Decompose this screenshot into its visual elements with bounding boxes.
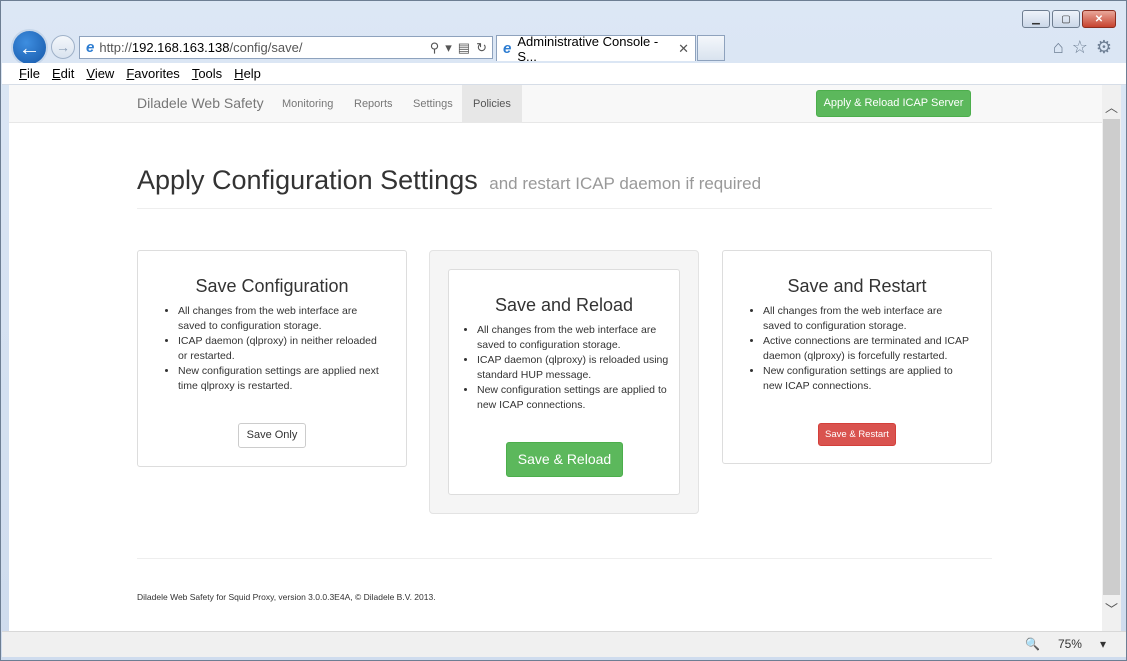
list-item: New configuration settings are applied t… xyxy=(763,364,969,394)
status-bar: 🔍 75% ▾ xyxy=(2,631,1126,657)
brand-link[interactable]: Diladele Web Safety xyxy=(137,95,264,111)
url-host: 192.168.163.138 xyxy=(131,40,230,55)
list-item: ICAP daemon (qlproxy) in neither reloade… xyxy=(178,334,384,364)
ie-icon: e xyxy=(503,40,512,57)
panel-bullets: All changes from the web interface are s… xyxy=(477,323,673,413)
panel-bullets: All changes from the web interface are s… xyxy=(763,304,969,394)
menu-favorites[interactable]: Favorites xyxy=(126,66,179,81)
menu-view[interactable]: View xyxy=(86,66,114,81)
address-bar[interactable]: e http://192.168.163.138/config/save/ ⚲ … xyxy=(79,36,493,59)
footer-text: Diladele Web Safety for Squid Proxy, ver… xyxy=(137,592,436,602)
list-item: ICAP daemon (qlproxy) is reloaded using … xyxy=(477,353,673,383)
home-icon[interactable]: ⌂ xyxy=(1053,37,1064,58)
arrow-right-icon: → xyxy=(56,39,70,55)
tab-close-icon[interactable]: ✕ xyxy=(678,41,689,57)
menu-file[interactable]: File xyxy=(19,66,40,81)
save-reload-panel: Save and Reload All changes from the web… xyxy=(448,269,680,495)
nav-item-settings[interactable]: Settings xyxy=(402,85,464,123)
nav-item-monitoring[interactable]: Monitoring xyxy=(271,85,344,123)
back-button[interactable]: ← xyxy=(11,29,48,66)
menu-bar: File Edit View Favorites Tools Help xyxy=(2,63,1126,85)
scrollbar-thumb[interactable] xyxy=(1103,119,1120,595)
arrow-left-icon: ← xyxy=(18,34,41,60)
menu-help[interactable]: Help xyxy=(234,66,261,81)
nav-item-policies[interactable]: Policies xyxy=(462,85,522,123)
list-item: All changes from the web interface are s… xyxy=(178,304,384,334)
save-restart-panel: Save and Restart All changes from the we… xyxy=(722,250,992,464)
ie-icon: e xyxy=(86,39,95,56)
menu-tools[interactable]: Tools xyxy=(192,66,222,81)
list-item: Active connections are terminated and IC… xyxy=(763,334,969,364)
close-window-button[interactable]: ✕ xyxy=(1082,10,1116,28)
page-header: Apply Configuration Settings and restart… xyxy=(137,165,992,209)
page-subtitle: and restart ICAP daemon if required xyxy=(489,174,762,193)
search-icon[interactable]: ⚲ xyxy=(430,40,440,56)
save-reload-button[interactable]: Save & Reload xyxy=(506,442,623,477)
forward-button[interactable]: → xyxy=(51,35,75,59)
list-item: All changes from the web interface are s… xyxy=(763,304,969,334)
browser-window: ▁ ▢ ✕ ← → e http://192.168.163.138/confi… xyxy=(0,0,1127,661)
panel-bullets: All changes from the web interface are s… xyxy=(178,304,384,394)
menu-edit[interactable]: Edit xyxy=(52,66,74,81)
footer-divider xyxy=(137,558,992,559)
favorites-star-icon[interactable]: ☆ xyxy=(1072,37,1088,58)
url-prefix: http:// xyxy=(99,40,132,55)
new-tab-button[interactable] xyxy=(697,35,725,61)
compat-view-icon[interactable]: ▤ xyxy=(458,40,470,56)
page-title-text: Apply Configuration Settings xyxy=(137,165,478,195)
panel-title: Save and Reload xyxy=(494,295,634,315)
panel-title: Save and Restart xyxy=(787,276,927,296)
top-navbar: Diladele Web Safety Monitoring Reports S… xyxy=(9,85,1102,123)
refresh-icon[interactable]: ↻ xyxy=(476,40,487,56)
zoom-magnifier-icon: 🔍 xyxy=(1024,637,1040,651)
nav-item-reports[interactable]: Reports xyxy=(343,85,404,123)
page-title: Apply Configuration Settings and restart… xyxy=(137,165,992,196)
scroll-up-icon[interactable]: ︿ xyxy=(1102,97,1121,116)
save-only-button[interactable]: Save Only xyxy=(238,423,306,448)
zoom-dropdown-icon[interactable]: ▾ xyxy=(1100,637,1106,651)
page-viewport: Diladele Web Safety Monitoring Reports S… xyxy=(9,85,1102,631)
maximize-button[interactable]: ▢ xyxy=(1052,10,1080,28)
minimize-button[interactable]: ▁ xyxy=(1022,10,1050,28)
address-tools: ⚲ ▾ ▤ ↻ xyxy=(430,40,492,56)
scroll-down-icon[interactable]: ﹀ xyxy=(1102,599,1121,618)
list-item: All changes from the web interface are s… xyxy=(477,323,673,353)
list-item: New configuration settings are applied t… xyxy=(477,383,673,413)
apply-reload-icap-button[interactable]: Apply & Reload ICAP Server xyxy=(816,90,971,117)
window-controls: ▁ ▢ ✕ xyxy=(1022,10,1116,28)
zoom-control[interactable]: 🔍 75% ▾ xyxy=(1025,637,1106,651)
save-restart-button[interactable]: Save & Restart xyxy=(818,423,896,446)
dropdown-icon[interactable]: ▾ xyxy=(445,40,452,56)
save-configuration-panel: Save Configuration All changes from the … xyxy=(137,250,407,467)
vertical-scrollbar[interactable]: ︿ ﹀ xyxy=(1102,85,1121,631)
url-path: /config/save/ xyxy=(229,40,303,55)
list-item: New configuration settings are applied n… xyxy=(178,364,384,394)
save-reload-well: Save and Reload All changes from the web… xyxy=(429,250,699,514)
browser-right-icons: ⌂ ☆ ⚙ xyxy=(1053,37,1112,58)
zoom-level: 75% xyxy=(1057,637,1082,651)
panel-title: Save Configuration xyxy=(195,276,349,296)
tab-title: Administrative Console - S... xyxy=(517,33,659,64)
browser-tab[interactable]: e Administrative Console - S... ✕ xyxy=(496,33,696,64)
gear-icon[interactable]: ⚙ xyxy=(1096,37,1112,58)
